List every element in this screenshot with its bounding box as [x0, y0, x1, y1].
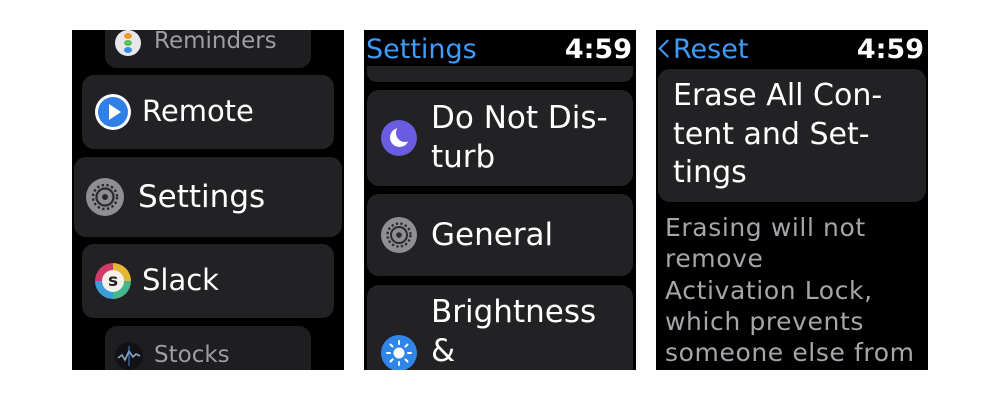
app-list-screen: Reminders Remote Settings s Slack Stocks [72, 30, 344, 370]
app-item-slack[interactable]: s Slack [82, 244, 334, 318]
app-label-reminders: Reminders [154, 30, 277, 54]
app-label-remote: Remote [142, 94, 254, 128]
erase-label-line2: tent and Set- [673, 116, 870, 152]
settings-label-brightness-line1: Brightness [431, 294, 597, 330]
settings-label-dnd-line2: turb [431, 138, 496, 175]
erase-label-line3: tings [673, 155, 747, 190]
sun-icon [381, 335, 417, 370]
settings-label-dnd-line1: Do Not Dis- [431, 100, 608, 136]
status-time: 4:59 [564, 34, 632, 65]
settings-screen: Settings 4:59 Do Not Dis- turb General B… [364, 30, 636, 370]
erase-label-line1: Erase All Con- [673, 78, 883, 113]
description-line3: Activation Lock, [665, 275, 873, 305]
slack-icon: s [95, 263, 131, 299]
app-label-slack: Slack [142, 263, 219, 297]
description-line5: someone else from [665, 338, 915, 368]
settings-label-brightness-line2: & [431, 332, 456, 369]
settings-row-partial[interactable] [367, 66, 633, 82]
stocks-icon [115, 342, 143, 370]
reminders-icon [115, 30, 141, 56]
back-label: Reset [673, 34, 749, 65]
app-label-stocks: Stocks [154, 342, 230, 368]
settings-row-general[interactable]: General [367, 194, 633, 276]
settings-header-title: Settings [366, 34, 477, 65]
app-item-settings[interactable]: Settings [74, 157, 342, 237]
app-item-stocks[interactable]: Stocks [105, 326, 311, 370]
app-item-remote[interactable]: Remote [82, 75, 334, 149]
app-item-reminders[interactable]: Reminders [105, 30, 311, 68]
gear-icon [86, 178, 124, 216]
status-time: 4:59 [856, 34, 924, 65]
reset-screen: Reset 4:59 Erase All Con- tent and Set- … [656, 30, 928, 370]
description-line1: Erasing will not [665, 213, 866, 242]
erase-all-button[interactable]: Erase All Con- tent and Set- tings [658, 69, 926, 202]
settings-row-brightness[interactable]: Brightness & [367, 285, 633, 370]
settings-row-do-not-disturb[interactable]: Do Not Dis- turb [367, 90, 633, 186]
description-line4: which prevents [665, 306, 865, 336]
description-line2: remove [665, 244, 764, 274]
erase-description: Erasing will not remove Activation Lock,… [665, 212, 915, 368]
settings-label-general: General [431, 217, 554, 253]
remote-icon [95, 94, 131, 130]
gear-icon [381, 217, 417, 253]
moon-icon [381, 120, 417, 156]
app-label-settings: Settings [138, 179, 266, 215]
